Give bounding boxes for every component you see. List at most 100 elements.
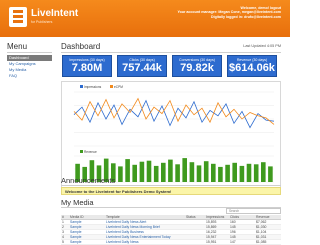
stat-value: $614.06k: [229, 62, 275, 74]
table-cell[interactable]: LiveIntent Daily News Alert: [105, 220, 185, 224]
table-cell: 15,869: [206, 225, 217, 229]
table-cell[interactable]: LiveIntent Daily News Morning Brief: [105, 225, 185, 229]
stat-value: 757.44k: [122, 62, 162, 74]
revenue-bar: [168, 159, 173, 182]
logo-mark-icon: [9, 7, 27, 27]
table-cell[interactable]: LiveIntent Daily News: [105, 240, 185, 244]
stat-value: 7.80M: [71, 62, 103, 74]
legend-label: eCPM: [114, 85, 123, 89]
table-cell: Sample: [70, 240, 82, 244]
table-cell: $1,030: [256, 225, 267, 229]
table-cell: $1,104: [256, 230, 267, 234]
table-cell: 15,893: [206, 220, 217, 224]
table-cell: 160: [230, 220, 236, 224]
table-cell: 2: [62, 225, 64, 229]
logo-tagline: for Publishers: [31, 20, 53, 24]
sidebar-divider: [7, 52, 52, 53]
table-cell[interactable]: LiveIntent Daily News Entertainment Toda…: [105, 235, 185, 239]
table-cell: [185, 230, 205, 234]
table-cell: $1,085: [256, 240, 267, 244]
media-search-input[interactable]: Search: [226, 208, 281, 214]
legend-swatch: [110, 85, 113, 88]
last-updated: Last Updated 4:05 PM: [243, 44, 281, 48]
login-line: Digitally logged in: drufo@liveintent.co…: [211, 14, 281, 19]
media-table: # Media ID Template Status Impressions Clicks…: [61, 215, 281, 245]
revenue-bar: [139, 161, 145, 182]
dashboard-divider: [61, 52, 281, 53]
announcements-title: Announcements: [61, 176, 116, 185]
announcement-message: Welcome to the LiveIntent for Publishers…: [61, 187, 281, 195]
table-cell: [185, 220, 205, 224]
table-cell: 3: [62, 230, 64, 234]
revenue-bar: [225, 164, 230, 182]
table-cell: [185, 240, 205, 244]
user-info: Welcome, demo! logout Your account manag…: [178, 6, 281, 19]
table-cell: 145: [230, 225, 236, 229]
revenue-bar: [268, 166, 273, 182]
revenue-bar: [253, 164, 259, 182]
revenue-bar: [232, 162, 237, 182]
announcements-divider: [61, 185, 281, 186]
table-cell: $7,062: [256, 220, 267, 224]
legend-label: Revenue: [84, 150, 97, 154]
table-cell: [185, 235, 205, 239]
column-header[interactable]: Template: [105, 215, 185, 219]
revenue-bar: [125, 159, 130, 182]
sidebar-item-faq[interactable]: FAQ: [7, 73, 52, 79]
legend-label: Impressions: [84, 85, 102, 89]
app-header: LiveIntent for Publishers Welcome, demo!…: [0, 0, 290, 37]
logo-text: LiveIntent: [31, 8, 79, 19]
revenue-bar: [161, 162, 166, 182]
table-cell: 147: [230, 240, 236, 244]
stat-value: 79.82k: [180, 62, 214, 74]
column-header[interactable]: Media ID: [69, 215, 105, 219]
table-cell: $1,031: [256, 235, 267, 239]
table-cell: [185, 225, 205, 229]
column-header[interactable]: Impressions: [205, 215, 229, 219]
stat-revenue: Revenue (30 days) $614.06k: [227, 55, 277, 77]
liveintent-logo[interactable]: LiveIntent for Publishers: [9, 6, 79, 30]
table-cell: 145: [230, 235, 236, 239]
series-line-impressions: [73, 99, 275, 129]
stat-conversions: Conversions (30 days) 79.82k: [172, 55, 222, 77]
revenue-bar: [239, 165, 245, 182]
table-cell: 4: [62, 235, 64, 239]
table-row[interactable]: 5 Sample LiveIntent Daily News 15,951 147 $1,…: [61, 240, 281, 245]
table-cell: 15,947: [206, 235, 217, 239]
revenue-bar: [175, 164, 180, 182]
revenue-bar: [118, 166, 123, 182]
revenue-bar: [203, 161, 209, 182]
table-cell: 5: [62, 240, 64, 244]
revenue-bar: [146, 160, 152, 182]
table-cell: Sample: [70, 230, 82, 234]
my-media-title: My Media: [61, 198, 94, 207]
column-header[interactable]: Status: [185, 215, 205, 219]
table-cell: Sample: [70, 220, 82, 224]
table-cell: 16,232: [206, 230, 217, 234]
table-cell: 15,951: [206, 240, 217, 244]
page-title: Dashboard: [61, 42, 101, 51]
stat-clicks: Clicks (30 days) 757.44k: [117, 55, 167, 77]
series-line-ecpm: [73, 97, 275, 125]
stat-impressions: Impressions (30 days) 7.80M: [62, 55, 112, 77]
revenue-bar: [246, 163, 252, 182]
table-cell: Sample: [70, 235, 82, 239]
revenue-bar: [153, 165, 159, 182]
revenue-bar: [261, 162, 266, 182]
sidebar-title: Menu: [7, 42, 28, 51]
legend-swatch: [80, 85, 83, 88]
table-cell[interactable]: LiveIntent Daily Business: [105, 230, 185, 234]
column-header[interactable]: #: [61, 215, 69, 219]
revenue-bar: [182, 158, 187, 182]
revenue-bar: [132, 164, 137, 182]
revenue-bar: [189, 162, 195, 182]
revenue-bar: [218, 166, 223, 182]
legend-swatch: [80, 150, 83, 153]
revenue-bar: [196, 165, 202, 182]
table-cell: 196: [230, 230, 236, 234]
revenue-bar: [211, 163, 216, 182]
table-cell: 1: [62, 220, 64, 224]
column-header[interactable]: Revenue: [255, 215, 281, 219]
column-header[interactable]: Clicks: [229, 215, 255, 219]
table-cell: Sample: [70, 225, 82, 229]
